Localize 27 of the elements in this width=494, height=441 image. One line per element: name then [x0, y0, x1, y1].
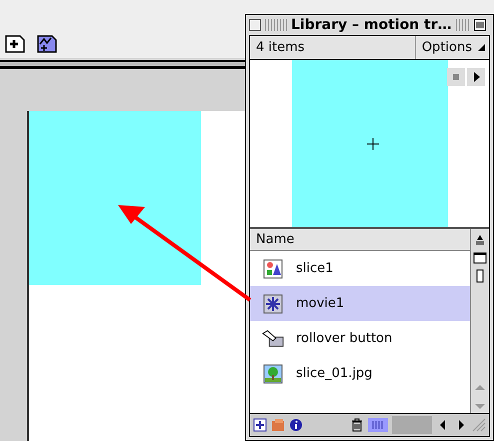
columns-view-icon[interactable]: [368, 418, 388, 432]
collapse-icon[interactable]: [474, 19, 486, 31]
library-item[interactable]: movie1: [250, 286, 470, 321]
new-symbol-icon[interactable]: [253, 418, 267, 432]
play-icon[interactable]: [467, 68, 485, 86]
item-name: rollover button: [296, 331, 392, 346]
add-frame-icon[interactable]: [5, 35, 25, 53]
item-count: 4 items: [255, 39, 306, 57]
wide-view-icon: [473, 251, 487, 265]
tree-picture-icon: [262, 364, 284, 384]
close-box[interactable]: [249, 19, 261, 31]
item-name: movie1: [296, 296, 344, 311]
panel-title: Library – motion tr…: [291, 17, 452, 33]
info-icon[interactable]: [289, 418, 303, 432]
item-name: slice1: [296, 261, 334, 276]
tween-frame-icon[interactable]: [37, 35, 57, 53]
horizontal-scrollbar[interactable]: [392, 416, 432, 434]
vertical-scrollbar[interactable]: [470, 229, 489, 413]
name-column-header[interactable]: Name: [250, 229, 470, 251]
menu-triangle-icon: [478, 44, 485, 51]
item-name: slice_01.jpg: [296, 366, 372, 381]
crosshair-icon: [367, 138, 379, 150]
trash-icon[interactable]: [350, 418, 364, 432]
sort-order-icon: [473, 233, 487, 247]
resize-grip-icon[interactable]: [472, 418, 486, 432]
movie-clip-icon: [262, 294, 284, 314]
graphic-symbol-icon: [262, 258, 284, 278]
